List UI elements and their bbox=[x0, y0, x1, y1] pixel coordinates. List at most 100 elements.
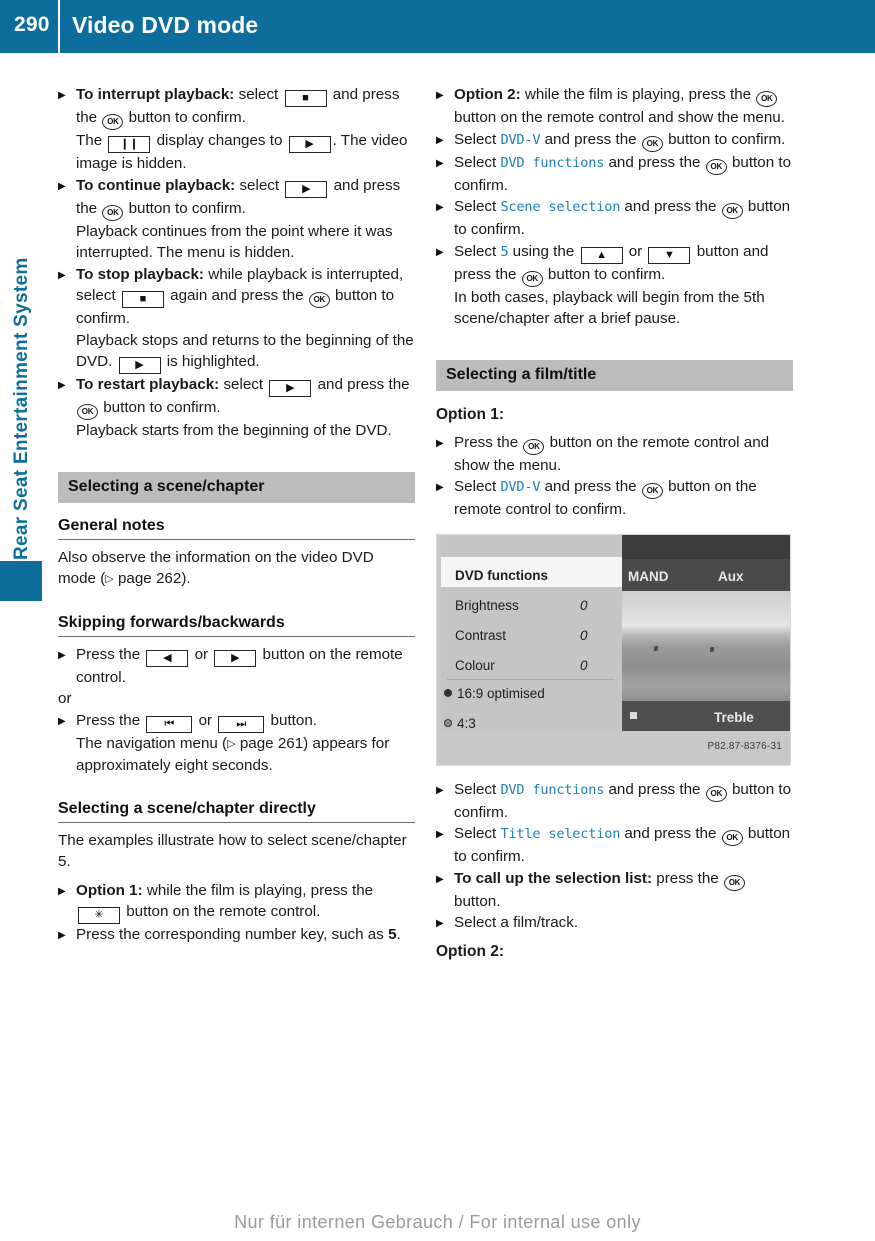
next-track-button-icon: ⏭ bbox=[218, 715, 265, 733]
number-key-value: 5 bbox=[388, 926, 397, 943]
page-ref-arrow-icon: ▷ bbox=[227, 737, 236, 750]
figure-item-contrast: Contrast bbox=[455, 627, 507, 643]
subheading-scene-direct: Selecting a scene/chapter directly bbox=[58, 799, 415, 823]
figure-video-preview bbox=[622, 590, 790, 713]
figure-bird-icon bbox=[710, 646, 714, 652]
right-column: Option 2: while the film is playing, pre… bbox=[436, 84, 793, 962]
ok-button-icon: OK bbox=[308, 292, 330, 308]
figure-stop-square-icon bbox=[630, 711, 637, 719]
step-stop-label: To stop playback: bbox=[76, 265, 204, 283]
step-continue-label: To continue playback: bbox=[76, 176, 236, 194]
figure-bottom-bar: Treble Bass bbox=[622, 700, 790, 731]
left-column: To interrupt playback: select ■ and pres… bbox=[58, 84, 415, 946]
down-arrow-button-icon: ▼ bbox=[648, 246, 691, 264]
stop-button-icon: ■ bbox=[121, 291, 164, 308]
select-scene-note: In both cases, playback will begin from … bbox=[454, 288, 765, 328]
option-2-label: Option 2: bbox=[454, 86, 521, 103]
step-select-scene-selection: Select Scene selection and press the OK … bbox=[436, 196, 793, 241]
figure-top-dark-bar bbox=[622, 534, 790, 559]
step-select-scene-5: Select 5 using the ▲ or ▼ button and pre… bbox=[436, 241, 793, 287]
or-label: or bbox=[58, 690, 72, 707]
step-interrupt-label: To interrupt playback: bbox=[76, 86, 235, 103]
ui-term-dvd-v: DVD-V bbox=[500, 479, 541, 495]
ok-button-icon: OK bbox=[102, 114, 124, 130]
stop-note: Playback stops and returns to the beginn… bbox=[58, 330, 415, 374]
interrupt-note: The ❙❙ display changes to ▶. The video i… bbox=[76, 132, 408, 172]
step-stop-playback: To stop playback: while playback is inte… bbox=[58, 264, 415, 330]
page-number: 290 bbox=[14, 13, 50, 36]
step-restart-label: To restart playback: bbox=[76, 376, 220, 393]
step-press-number-key: Press the corresponding number key, such… bbox=[58, 924, 415, 946]
sidebar-section-label: Rear Seat Entertainment System bbox=[11, 257, 32, 560]
figure-radio-4-3-icon bbox=[444, 718, 452, 727]
option-2-heading: Option 2: bbox=[436, 942, 505, 960]
restart-note: Playback starts from the beginning of th… bbox=[76, 422, 392, 439]
figure-radio-16-9-icon bbox=[444, 688, 452, 697]
step-select-film-track: Select a film/track. bbox=[436, 912, 793, 934]
subheading-skipping: Skipping forwards/backwards bbox=[58, 613, 415, 637]
step-interrupt-playback: To interrupt playback: select ■ and pres… bbox=[58, 84, 415, 130]
ok-button-icon: OK bbox=[705, 158, 727, 175]
page-ref-arrow-icon: ▷ bbox=[105, 573, 114, 585]
step-restart-playback: To restart playback: select ▶ and press … bbox=[58, 374, 415, 420]
figure-image-code: P82.87-8376-31 bbox=[707, 741, 782, 752]
ok-button-icon: OK bbox=[705, 785, 727, 802]
ok-button-icon: OK bbox=[721, 830, 743, 846]
continue-note: Playback continues from the point where … bbox=[76, 222, 393, 262]
ok-button-icon: OK bbox=[641, 483, 663, 499]
option-1-heading: Option 1: bbox=[436, 405, 505, 423]
direct-intro-text: The examples illustrate how to select sc… bbox=[58, 831, 407, 871]
step-call-selection-list: To call up the selection list: press the… bbox=[436, 868, 793, 913]
step-continue-playback: To continue playback: select ▶ and press… bbox=[58, 175, 415, 221]
step-select-dvd-functions-2: Select DVD functions and press the OK bu… bbox=[436, 779, 793, 824]
step-select-dvd-v-2: Select DVD-V and press the OK button on … bbox=[436, 476, 793, 521]
figure-menu-mand: MAND bbox=[628, 568, 669, 584]
pause-button-icon: ❙❙ bbox=[108, 136, 151, 153]
ok-button-icon: OK bbox=[641, 135, 663, 152]
ui-term-scene-selection: Scene selection bbox=[500, 199, 621, 215]
right-arrow-button-icon: ▶ bbox=[214, 649, 257, 667]
figure-menu-system: System bbox=[790, 566, 791, 588]
star-button-icon: ✳ bbox=[78, 907, 120, 924]
figure-value-brightness: 0 bbox=[580, 597, 588, 613]
play-button-icon: ▶ bbox=[118, 357, 161, 374]
step-option-2: Option 2: while the film is playing, pre… bbox=[436, 84, 793, 129]
step-press-ok-show-menu: Press the OK button on the remote contro… bbox=[436, 432, 793, 477]
play-button-icon: ▶ bbox=[269, 380, 312, 397]
figure-item-colour: Colour bbox=[455, 657, 495, 673]
ok-button-icon: OK bbox=[756, 91, 778, 107]
ui-term-dvd-functions: DVD functions bbox=[500, 154, 605, 171]
previous-track-button-icon: ⏮ bbox=[146, 715, 193, 733]
figure-value-colour: 0 bbox=[580, 657, 588, 673]
ui-term-dvd-functions: DVD functions bbox=[500, 781, 605, 798]
stop-button-icon: ■ bbox=[284, 90, 327, 107]
play-button-icon: ▶ bbox=[288, 136, 331, 153]
step-select-dvd-functions: Select DVD functions and press the OK bu… bbox=[436, 152, 793, 197]
ok-button-icon: OK bbox=[721, 203, 743, 219]
page-title: Video DVD mode bbox=[72, 12, 259, 38]
section-band-film-title: Selecting a film/title bbox=[436, 359, 793, 391]
step-select-title-selection: Select Title selection and press the OK … bbox=[436, 823, 793, 868]
ok-button-icon: OK bbox=[523, 438, 545, 455]
ok-button-icon: OK bbox=[521, 270, 543, 287]
ok-button-icon: OK bbox=[77, 404, 98, 420]
page-footer-notice: Nur für internen Gebrauch / For internal… bbox=[234, 1212, 641, 1232]
figure-label-treble: Treble bbox=[714, 709, 754, 725]
section-band-scene-chapter: Selecting a scene/chapter bbox=[58, 471, 415, 503]
figure-menu-aux: Aux bbox=[718, 568, 744, 584]
ok-button-icon: OK bbox=[102, 204, 124, 221]
play-button-icon: ▶ bbox=[285, 180, 328, 198]
figure-option-16-9: 16:9 optimised bbox=[457, 685, 545, 701]
header-divider bbox=[58, 0, 60, 53]
left-arrow-button-icon: ◀ bbox=[146, 649, 189, 667]
figure-dvd-functions-screen: MAND Aux System DVD functions Brightness… bbox=[436, 533, 791, 766]
figure-top-menu: MAND Aux System bbox=[622, 558, 791, 591]
figure-item-brightness: Brightness bbox=[455, 597, 519, 613]
option-1-label: Option 1: bbox=[76, 881, 143, 899]
figure-separator bbox=[447, 678, 615, 680]
call-list-label: To call up the selection list: bbox=[454, 869, 653, 887]
skip-note: The navigation menu (▷ page 261) appears… bbox=[76, 734, 390, 775]
figure-item-dvd-functions: DVD functions bbox=[455, 567, 548, 583]
figure-value-contrast: 0 bbox=[580, 627, 588, 643]
subheading-general-notes: General notes bbox=[58, 516, 415, 540]
